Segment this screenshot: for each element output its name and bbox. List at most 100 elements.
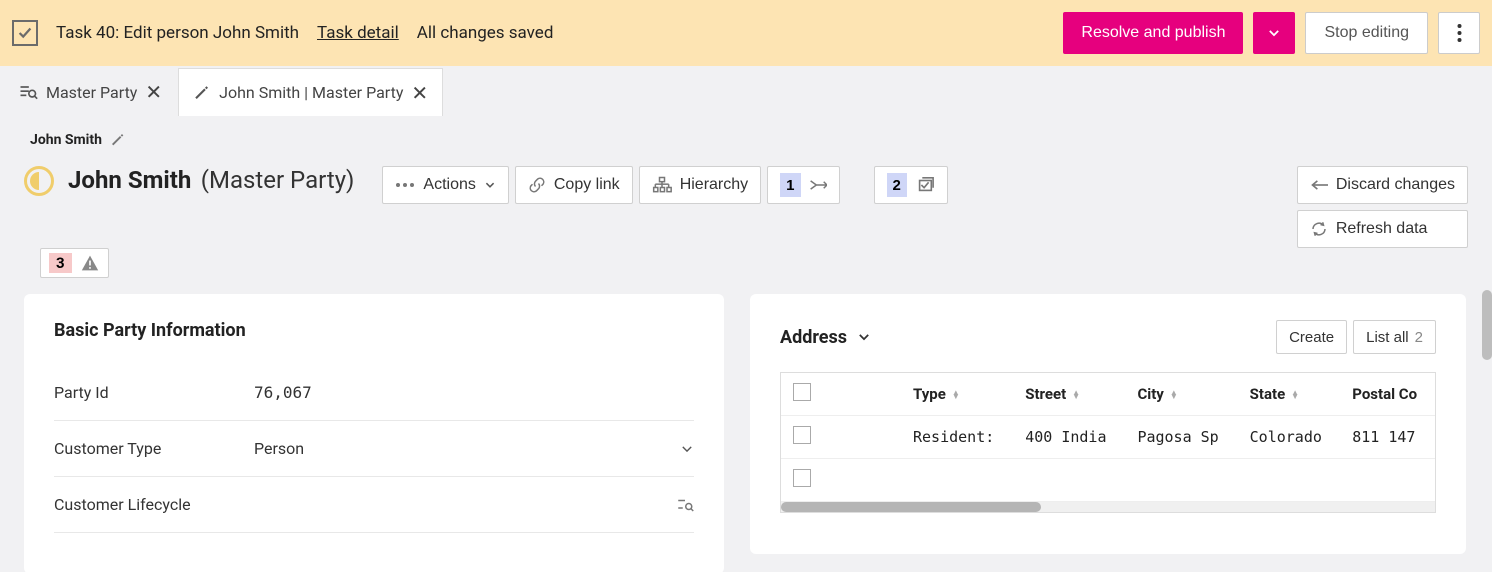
- breadcrumb: John Smith: [30, 132, 1468, 148]
- resolve-publish-button[interactable]: Resolve and publish: [1063, 12, 1243, 54]
- address-panel: Address Create List all 2: [750, 294, 1466, 554]
- arrow-left-icon: [1310, 178, 1328, 192]
- col-type[interactable]: Type▲▼: [901, 373, 1013, 416]
- task-saved-status: All changes saved: [417, 23, 554, 43]
- link-icon: [528, 176, 546, 194]
- create-button[interactable]: Create: [1276, 320, 1347, 354]
- warning-icon: [80, 254, 100, 272]
- page-subtitle: (Master Party): [201, 166, 355, 194]
- address-buttons: Create List all 2: [1276, 320, 1436, 354]
- refresh-label: Refresh data: [1336, 220, 1428, 238]
- hierarchy-label: Hierarchy: [680, 176, 748, 194]
- field-customer-lifecycle: Customer Lifecycle: [54, 477, 694, 533]
- content-area: John Smith John Smith (Master Party) Act…: [0, 118, 1492, 572]
- merge-arrow-icon: [809, 178, 827, 192]
- hierarchy-button[interactable]: Hierarchy: [639, 166, 761, 204]
- sort-icon: ▲▼: [952, 391, 960, 399]
- discard-changes-button[interactable]: Discard changes: [1297, 166, 1468, 204]
- field-value[interactable]: 76,067: [254, 383, 694, 402]
- field-value[interactable]: Person: [254, 439, 680, 458]
- field-label: Customer Type: [54, 439, 254, 458]
- field-party-id: Party Id 76,067: [54, 365, 694, 421]
- chevron-down-icon: [1267, 26, 1281, 40]
- search-list-icon: [676, 496, 694, 514]
- vertical-scrollbar[interactable]: [1482, 290, 1492, 360]
- field-label: Customer Lifecycle: [54, 495, 254, 514]
- list-all-button[interactable]: List all 2: [1353, 320, 1436, 354]
- right-actions: Discard changes Refresh data: [1297, 166, 1468, 248]
- panels: Basic Party Information Party Id 76,067 …: [24, 294, 1468, 572]
- chevron-down-icon[interactable]: [857, 330, 871, 344]
- refresh-icon: [1310, 220, 1328, 238]
- stack-check-icon: [915, 176, 935, 194]
- sort-icon: ▲▼: [1072, 391, 1080, 399]
- pencil-icon[interactable]: [110, 132, 126, 148]
- task-bar: Task 40: Edit person John Smith Task det…: [0, 0, 1492, 66]
- toolbar: Actions Copy link: [382, 166, 947, 204]
- pencil-icon: [193, 84, 211, 102]
- breadcrumb-name: John Smith: [30, 132, 102, 148]
- stop-editing-button[interactable]: Stop editing: [1305, 12, 1428, 54]
- basic-info-panel: Basic Party Information Party Id 76,067 …: [24, 294, 724, 572]
- hierarchy-icon: [652, 176, 672, 194]
- more-menu-button[interactable]: [1438, 12, 1480, 54]
- row-checkbox[interactable]: [793, 469, 811, 487]
- row-checkbox[interactable]: [793, 426, 811, 444]
- tab-master-party[interactable]: Master Party ✕: [4, 68, 176, 116]
- col-city[interactable]: City▲▼: [1125, 373, 1237, 416]
- badge-1-number: 1: [780, 173, 800, 197]
- chevron-down-icon: [484, 179, 496, 191]
- sort-icon: ▲▼: [1170, 391, 1178, 399]
- address-header: Address Create List all 2: [780, 320, 1436, 354]
- address-table: Type▲▼ Street▲▼ City▲▼ State▲▼ Postal Co…: [780, 372, 1436, 513]
- refresh-data-button[interactable]: Refresh data: [1297, 210, 1468, 248]
- discard-label: Discard changes: [1336, 176, 1455, 194]
- table-row[interactable]: [781, 459, 1435, 502]
- cell-postal: 811 147: [1340, 416, 1435, 459]
- resolve-publish-dropdown[interactable]: [1253, 12, 1295, 54]
- col-postal[interactable]: Postal Co: [1340, 373, 1435, 416]
- list-all-label: List all: [1366, 329, 1409, 346]
- task-title: Task 40: Edit person John Smith: [56, 23, 299, 43]
- task-actions: Resolve and publish Stop editing: [1063, 12, 1480, 54]
- table-row[interactable]: Resident: 400 India Pagosa Sp Colorado 8…: [781, 416, 1435, 459]
- warning-row: 3: [40, 248, 1468, 278]
- warning-badge[interactable]: 3: [40, 248, 109, 278]
- cell-state: Colorado: [1238, 416, 1341, 459]
- task-detail-link[interactable]: Task detail: [317, 23, 399, 43]
- field-customer-type: Customer Type Person: [54, 421, 694, 477]
- tabs-row: Master Party ✕ John Smith | Master Party…: [0, 66, 1492, 118]
- dots-icon: [395, 182, 415, 188]
- page-header: John Smith (Master Party) Actions Copy l…: [24, 166, 1468, 248]
- badge-2-number: 2: [887, 173, 907, 197]
- list-all-count: 2: [1415, 329, 1423, 346]
- col-state[interactable]: State▲▼: [1238, 373, 1341, 416]
- badge-2-button[interactable]: 2: [874, 166, 948, 204]
- close-icon[interactable]: ✕: [145, 82, 162, 102]
- field-label: Party Id: [54, 383, 254, 402]
- copy-link-label: Copy link: [554, 176, 620, 194]
- select-all-checkbox[interactable]: [793, 383, 811, 401]
- horizontal-scrollbar[interactable]: [781, 502, 1435, 512]
- page-title: John Smith: [68, 166, 191, 194]
- cell-type: Resident:: [901, 416, 1013, 459]
- tab-john-smith[interactable]: John Smith | Master Party ✕: [178, 68, 443, 116]
- actions-label: Actions: [423, 176, 475, 194]
- address-title: Address: [780, 327, 847, 348]
- cell-city: Pagosa Sp: [1125, 416, 1237, 459]
- page-title-wrap: John Smith (Master Party): [68, 166, 354, 194]
- badge-1-button[interactable]: 1: [767, 166, 839, 204]
- close-icon[interactable]: ✕: [411, 83, 428, 103]
- search-list-icon: [18, 82, 38, 102]
- task-checkbox[interactable]: [12, 20, 38, 46]
- cell-street: 400 India: [1013, 416, 1125, 459]
- actions-dropdown[interactable]: Actions: [382, 166, 508, 204]
- scrollbar-thumb[interactable]: [781, 502, 1041, 512]
- sort-icon: ▲▼: [1291, 391, 1299, 399]
- copy-link-button[interactable]: Copy link: [515, 166, 633, 204]
- dropdown-trigger[interactable]: [680, 442, 694, 456]
- lookup-trigger[interactable]: [676, 496, 694, 514]
- tab-label: Master Party: [46, 83, 137, 102]
- col-street[interactable]: Street▲▼: [1013, 373, 1125, 416]
- tab-label: John Smith | Master Party: [219, 83, 403, 102]
